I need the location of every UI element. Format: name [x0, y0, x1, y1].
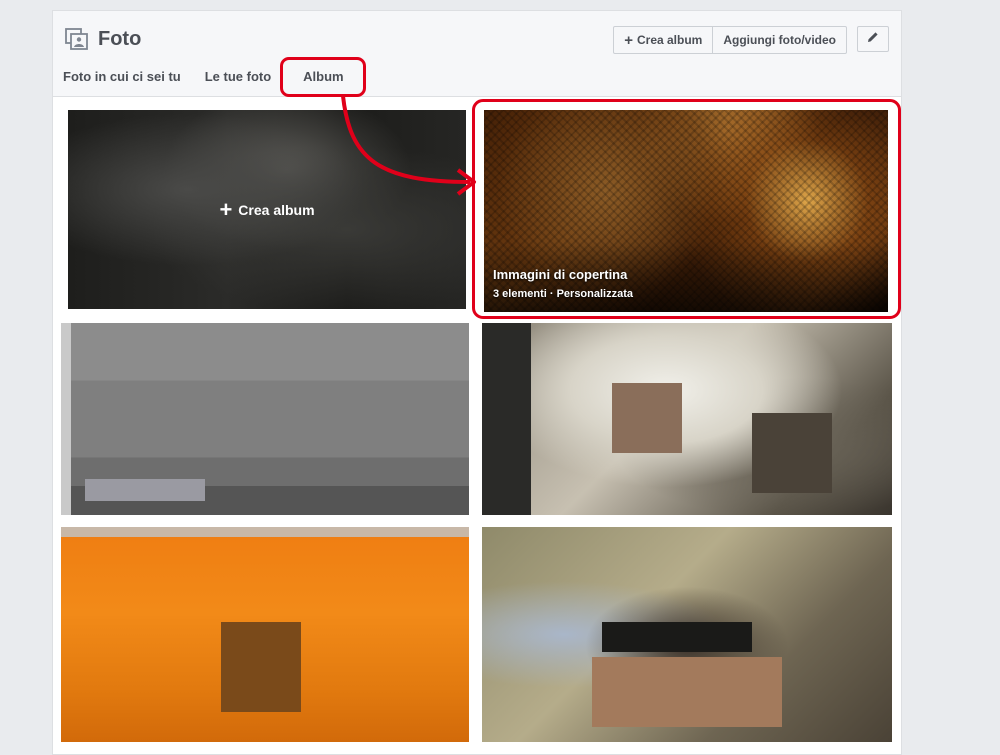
blurred-face [752, 413, 832, 493]
plus-icon: + [624, 31, 633, 49]
album-tab-highlight [280, 57, 366, 97]
button-group: + Crea album Aggiungi foto/video [613, 26, 847, 54]
blurred-label [85, 479, 205, 501]
tile-strip [61, 323, 71, 515]
header-toolbar: + Crea album Aggiungi foto/video [613, 26, 889, 54]
create-album-label: Crea album [636, 33, 703, 47]
edit-button[interactable] [857, 26, 889, 52]
create-album-tile-text: Crea album [238, 201, 315, 218]
create-album-tile[interactable]: + Crea album [68, 110, 466, 309]
create-album-button[interactable]: + Crea album [614, 27, 712, 53]
create-album-tile-label: + Crea album [219, 196, 315, 222]
blurred-shape [221, 622, 301, 712]
album-tile-blurred[interactable] [61, 527, 469, 742]
page-title: Foto [98, 27, 142, 50]
cover-album-highlight [472, 99, 901, 319]
album-tile-blurred[interactable] [482, 527, 892, 742]
tab-your-photos[interactable]: Le tue foto [205, 69, 271, 84]
album-tile-blurred[interactable] [61, 323, 469, 515]
tab-photos-of-you[interactable]: Foto in cui ci sei tu [63, 69, 181, 84]
blurred-face [612, 383, 682, 453]
tile-edge [61, 527, 469, 537]
blurred-face [592, 657, 782, 727]
photos-header: Foto + Crea album Aggiungi foto/video Fo… [53, 11, 901, 97]
blurred-glasses [602, 622, 752, 652]
title-wrap: Foto [65, 27, 141, 51]
album-tile-blurred[interactable] [482, 323, 892, 515]
plus-icon: + [219, 196, 233, 222]
add-photo-video-button[interactable]: Aggiungi foto/video [712, 27, 846, 53]
add-photo-video-label: Aggiungi foto/video [723, 33, 836, 47]
pencil-icon [867, 30, 879, 48]
photos-icon [65, 27, 89, 51]
